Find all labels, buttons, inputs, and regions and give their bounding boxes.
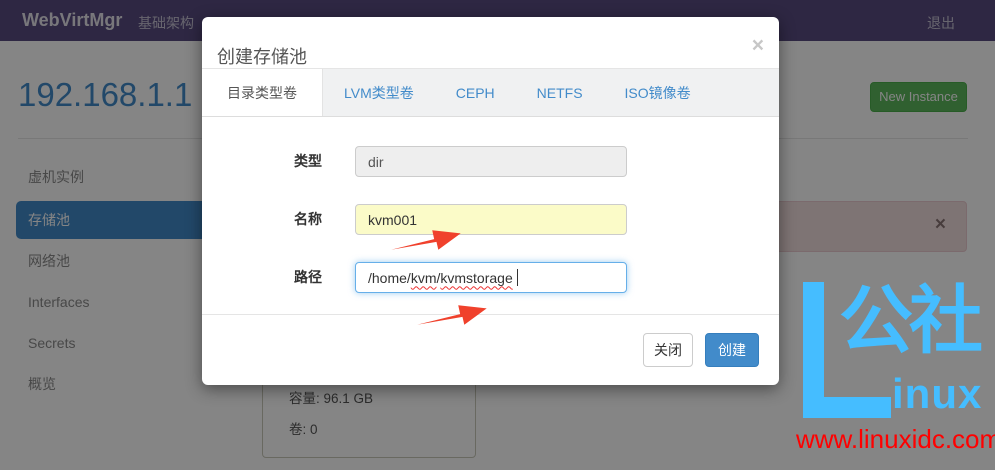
- path-field[interactable]: /home/kvm/kvmstorage: [355, 262, 627, 293]
- modal-title: 创建存储池: [217, 48, 307, 66]
- path-text-misspelled: kvmstorage: [440, 270, 512, 286]
- create-storage-pool-modal: 创建存储池 × 目录类型卷 LVM类型卷 CEPH NETFS ISO镜像卷 类…: [202, 17, 779, 385]
- close-button[interactable]: 关闭: [643, 333, 693, 367]
- type-field-label: 类型: [202, 146, 322, 177]
- type-field: [355, 146, 627, 177]
- create-button[interactable]: 创建: [705, 333, 759, 367]
- modal-header: 创建存储池 ×: [202, 17, 779, 69]
- modal-footer: 关闭 创建: [202, 314, 779, 385]
- modal-close-icon[interactable]: ×: [752, 35, 764, 56]
- tab-ceph[interactable]: CEPH: [435, 69, 516, 116]
- tab-netfs[interactable]: NETFS: [516, 69, 604, 116]
- path-field-label: 路径: [202, 262, 322, 293]
- webvirtmgr-app: WebVirtMgr 基础架构 退出 192.168.1.1 New Insta…: [0, 0, 995, 470]
- pool-type-tabs: 目录类型卷 LVM类型卷 CEPH NETFS ISO镜像卷: [202, 69, 779, 117]
- path-text-misspelled: kvm: [411, 270, 437, 286]
- name-field-label: 名称: [202, 204, 322, 235]
- path-text: /home/: [368, 270, 411, 286]
- tab-dir-volume[interactable]: 目录类型卷: [202, 69, 323, 116]
- tab-lvm-volume[interactable]: LVM类型卷: [323, 69, 435, 116]
- text-cursor: [517, 269, 518, 286]
- tab-iso-image-volume[interactable]: ISO镜像卷: [604, 69, 712, 116]
- modal-body: 类型 名称 路径 /home/kvm/kvmstorage: [202, 117, 779, 297]
